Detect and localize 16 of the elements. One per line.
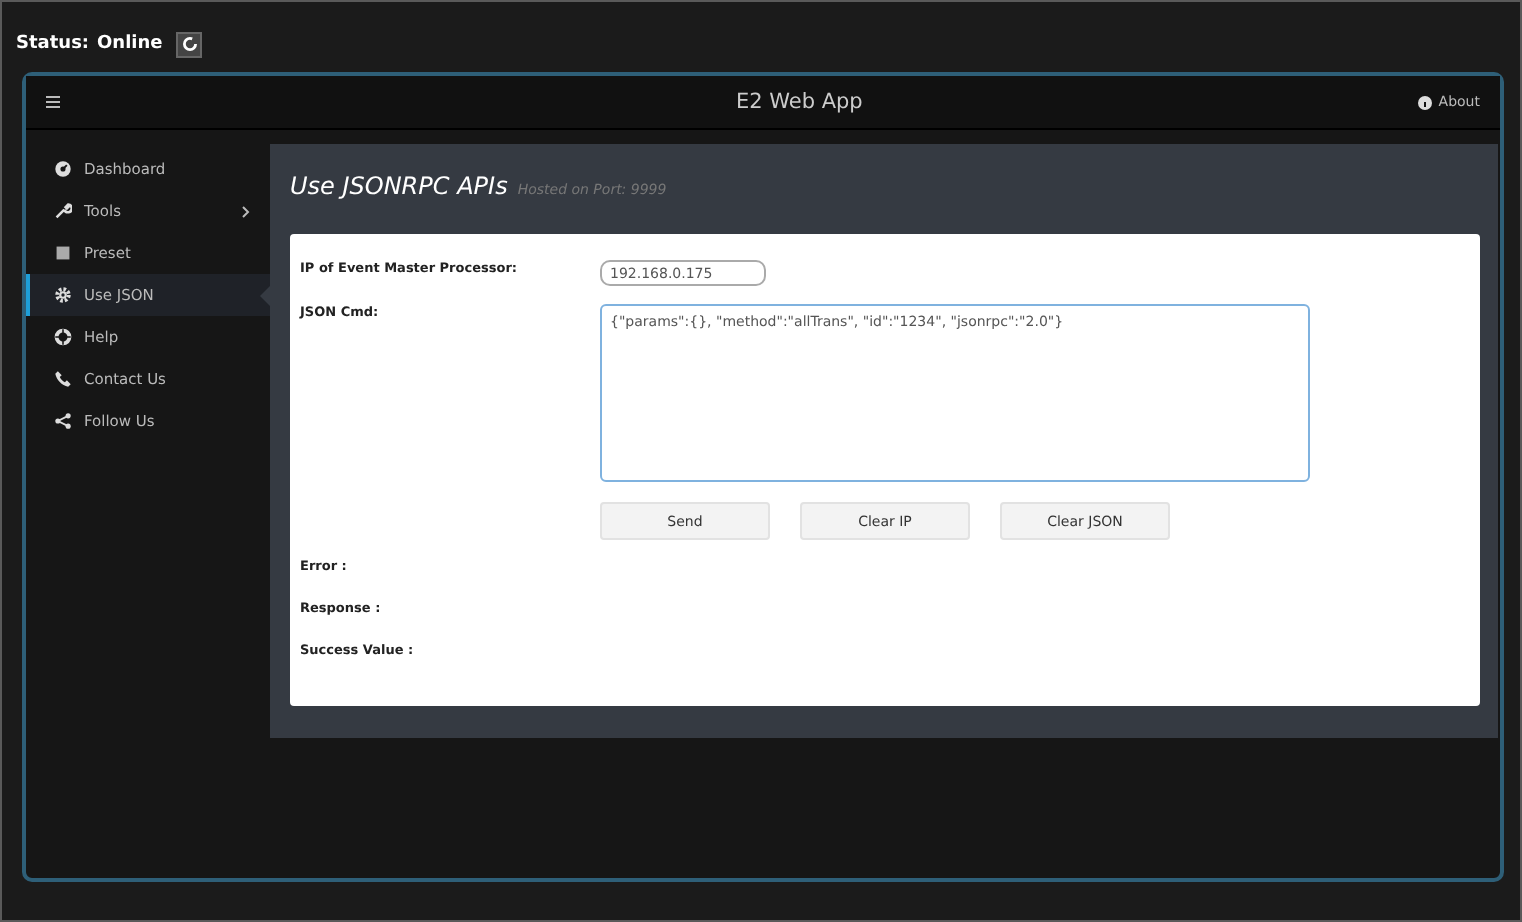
phone-icon — [54, 370, 72, 388]
page-title: Use JSONRPC APIs — [290, 172, 508, 200]
status-label: Status: — [16, 34, 90, 54]
refresh-button[interactable] — [176, 31, 203, 57]
gauge-icon — [54, 160, 72, 178]
app-title: E2 Web App — [733, 90, 865, 114]
share-icon — [54, 412, 72, 430]
menu-icon[interactable] — [46, 96, 60, 108]
status-value: Online — [97, 34, 163, 54]
wrench-icon — [54, 202, 72, 220]
refresh-icon — [181, 36, 198, 52]
chevron-icon — [242, 205, 250, 217]
square-icon — [54, 244, 72, 262]
gear-icon — [54, 286, 72, 304]
lifebuoy-icon — [54, 328, 72, 346]
info-icon — [1418, 95, 1433, 109]
